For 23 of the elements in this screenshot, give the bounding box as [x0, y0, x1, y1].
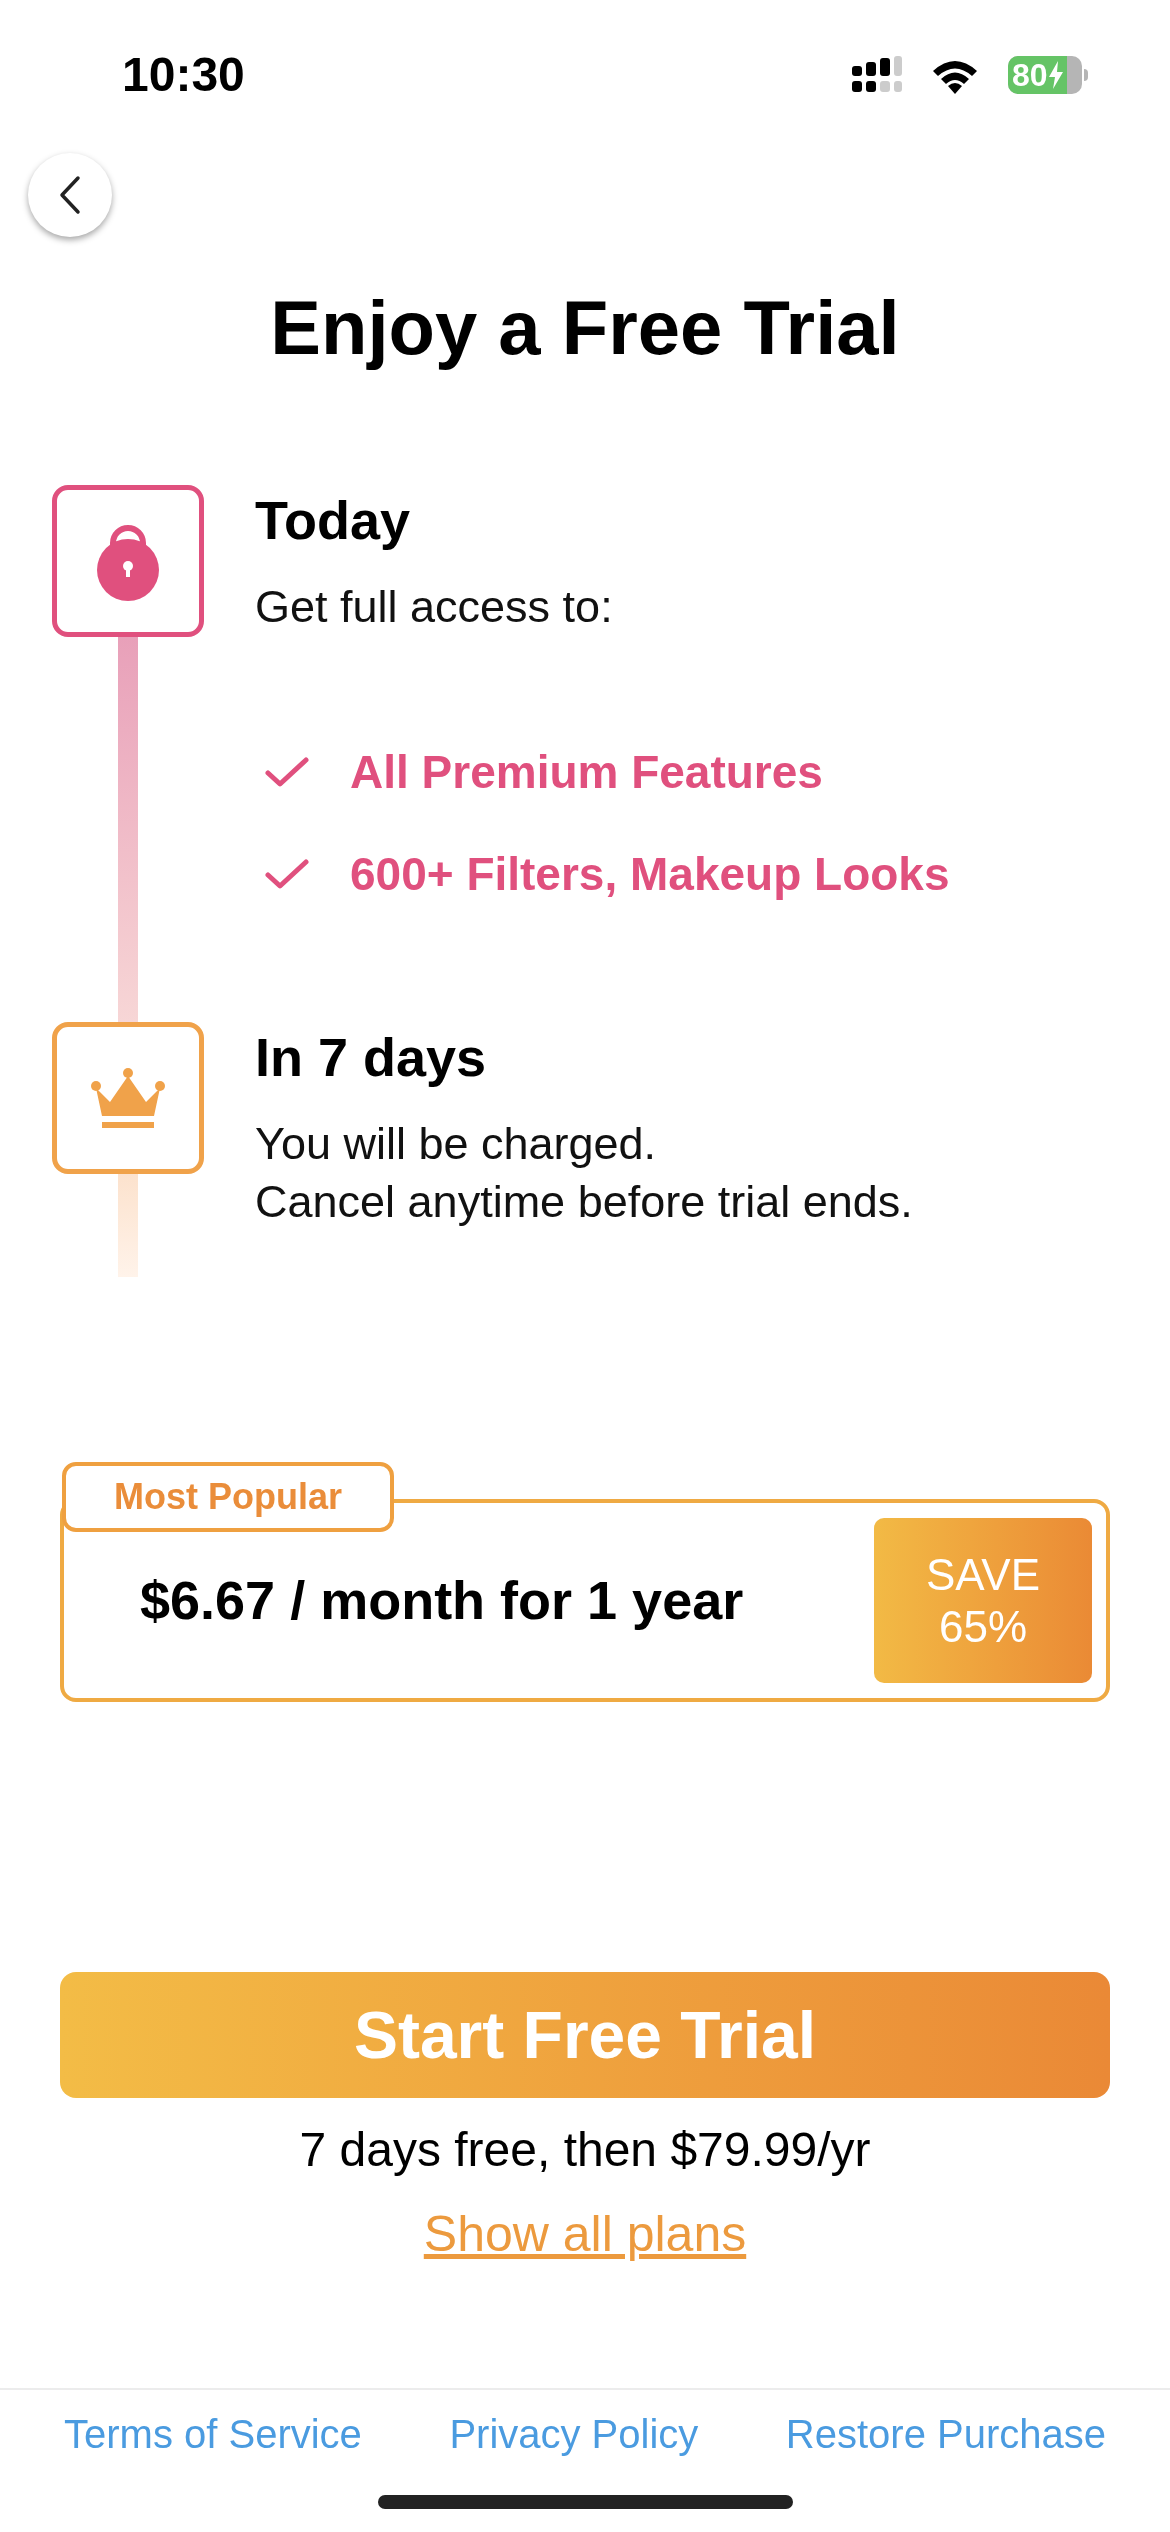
crown-icon [90, 1066, 166, 1130]
page-title: Enjoy a Free Trial [269, 284, 901, 372]
feature-text: All Premium Features [350, 744, 823, 800]
show-plans-link[interactable]: Show all plans [423, 2204, 747, 2264]
back-button[interactable] [28, 153, 112, 237]
feature-text: 600+ Filters, Makeup Looks [350, 846, 950, 902]
step-title: In 7 days [255, 1026, 488, 1089]
footer-link[interactable]: Privacy Policy [449, 2409, 699, 2459]
back-icon [58, 175, 82, 215]
status-time: 10:30 [122, 47, 245, 103]
step-title: Today [255, 489, 411, 552]
footer-link[interactable]: Terms of Service [64, 2409, 362, 2459]
plan-price: $6.67 / month for 1 year [140, 1569, 744, 1632]
price-terms: 7 days free, then $79.99/yr [298, 2122, 872, 2178]
start-trial-button[interactable]: Start Free Trial [60, 1972, 1110, 2098]
popular-badge: Most Popular [62, 1462, 394, 1532]
signal-icon [852, 56, 902, 94]
step-description: You will be charged. Cancel anytime before trial ends. [255, 1117, 913, 1229]
save-badge: SAVE 65% [874, 1518, 1092, 1683]
footer-link[interactable]: Restore Purchase [785, 2409, 1106, 2459]
check-icon [265, 858, 309, 890]
check-icon [265, 756, 309, 788]
step-description: Get full access to: [255, 580, 614, 634]
